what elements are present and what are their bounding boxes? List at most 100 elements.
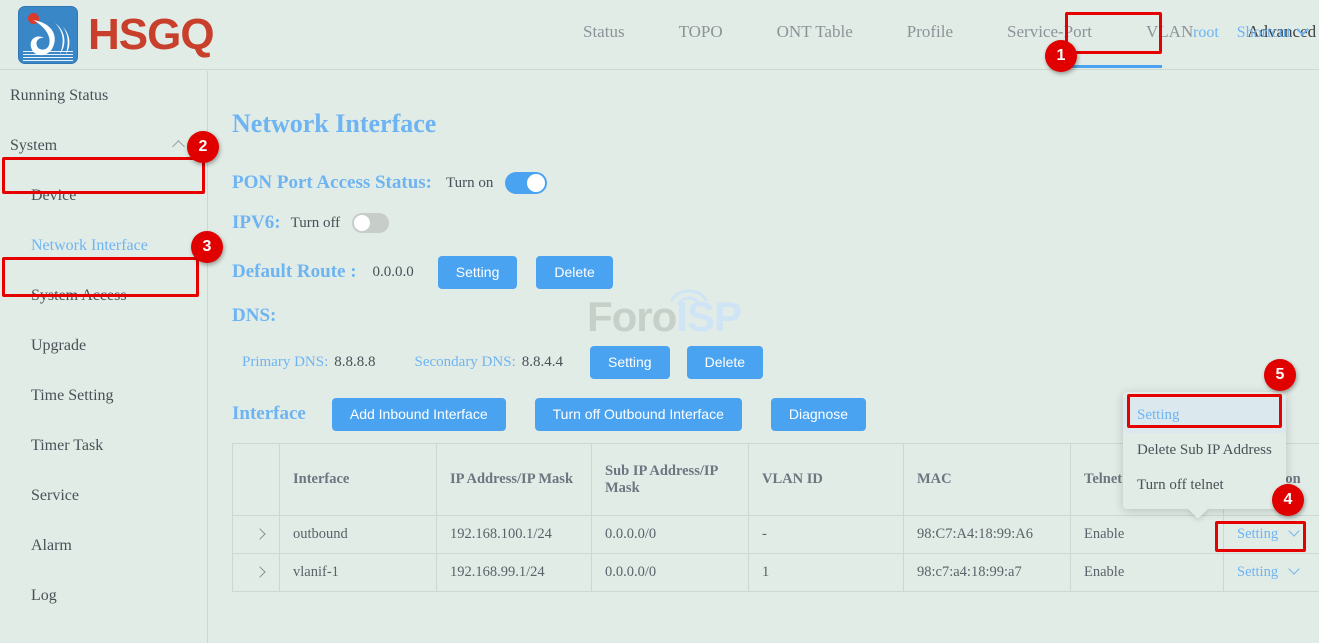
sidebar-item-upgrade[interactable]: Upgrade: [0, 321, 207, 371]
ipv6-toggle[interactable]: [352, 213, 389, 233]
operation-dropdown-menu: Setting Delete Sub IP Address Turn off t…: [1123, 392, 1286, 509]
cell-sub-ip-address: 0.0.0.0/0: [592, 516, 749, 554]
page-title: Network Interface: [232, 109, 436, 139]
pon-toggle[interactable]: [505, 172, 547, 194]
cell-mac: 98:c7:a4:18:99:a7: [904, 554, 1071, 592]
active-tab-underline: [1065, 65, 1162, 68]
nav-item-topo[interactable]: TOPO: [652, 22, 750, 42]
sidebar-item-log[interactable]: Log: [0, 571, 207, 621]
primary-dns-label: Primary DNS:: [242, 354, 328, 371]
dns-label: DNS:: [232, 305, 276, 327]
cell-interface: vlanif-1: [280, 554, 437, 592]
sidebar-item-alarm[interactable]: Alarm: [0, 521, 207, 571]
nav-item-profile[interactable]: Profile: [880, 22, 980, 42]
chevron-down-icon: [1296, 23, 1309, 36]
sidebar: Running Status System Device Network Int…: [0, 71, 208, 643]
interface-label: Interface: [232, 403, 306, 425]
sidebar-item-time-setting[interactable]: Time Setting: [0, 371, 207, 421]
default-route-value: 0.0.0.0: [373, 264, 414, 281]
chevron-right-icon[interactable]: [254, 566, 265, 577]
row-expand-cell[interactable]: [233, 554, 280, 592]
nav-item-status[interactable]: Status: [556, 22, 652, 42]
hsgq-logo-icon: [18, 6, 78, 64]
cell-vlan-id: -: [749, 516, 904, 554]
interface-toolbar: Interface Add Inbound Interface Turn off…: [232, 398, 866, 431]
annotation-badge-1: 1: [1045, 40, 1077, 72]
page-root: HSGQ Status TOPO ONT Table Profile Servi…: [0, 0, 1319, 643]
shortcut-menu[interactable]: Shortcut: [1237, 24, 1307, 42]
th-interface: Interface: [280, 444, 437, 516]
cell-vlan-id: 1: [749, 554, 904, 592]
turn-off-outbound-interface-button[interactable]: Turn off Outbound Interface: [535, 398, 742, 431]
pon-port-access-row: PON Port Access Status: Turn on: [232, 172, 547, 194]
cell-operation[interactable]: Setting: [1224, 516, 1319, 554]
default-route-delete-button[interactable]: Delete: [536, 256, 612, 289]
pon-state-text: Turn on: [446, 175, 493, 192]
cell-telnet-status: Enable: [1071, 554, 1224, 592]
secondary-dns-value: 8.8.4.4: [522, 354, 563, 371]
sidebar-item-timer-task[interactable]: Timer Task: [0, 421, 207, 471]
sidebar-item-system-access[interactable]: System Access: [0, 271, 207, 321]
wifi-signal-icon: [666, 280, 712, 306]
dns-setting-button[interactable]: Setting: [590, 346, 670, 379]
sidebar-item-network-interface[interactable]: Network Interface: [0, 221, 207, 271]
user-area: root Shortcut: [1193, 24, 1307, 42]
row-setting-link[interactable]: Setting: [1237, 564, 1278, 580]
sidebar-item-system[interactable]: System: [0, 121, 207, 171]
th-mac: MAC: [904, 444, 1071, 516]
secondary-dns-label: Secondary DNS:: [415, 354, 516, 371]
default-route-setting-button[interactable]: Setting: [438, 256, 518, 289]
user-name[interactable]: root: [1193, 24, 1219, 42]
chevron-up-icon: [172, 140, 185, 153]
annotation-badge-2: 2: [187, 131, 219, 163]
ipv6-label: IPV6:: [232, 212, 281, 234]
annotation-badge-3: 3: [191, 231, 223, 263]
th-expand: [233, 444, 280, 516]
sidebar-item-label: System: [10, 137, 57, 154]
table-row: vlanif-1 192.168.99.1/24 0.0.0.0/0 1 98:…: [233, 554, 1319, 592]
th-vlan-id: VLAN ID: [749, 444, 904, 516]
chevron-down-icon[interactable]: [1288, 525, 1299, 536]
cell-ip-address: 192.168.99.1/24: [437, 554, 592, 592]
row-expand-cell[interactable]: [233, 516, 280, 554]
dropdown-item-turn-off-telnet[interactable]: Turn off telnet: [1123, 468, 1286, 503]
watermark-text-1: Foro: [587, 293, 676, 340]
chevron-down-icon[interactable]: [1288, 563, 1299, 574]
watermark-text-2: ISP: [676, 293, 741, 340]
add-inbound-interface-button[interactable]: Add Inbound Interface: [332, 398, 506, 431]
annotation-badge-4: 4: [1272, 484, 1304, 516]
nav-item-ont-table[interactable]: ONT Table: [750, 22, 880, 42]
default-route-row: Default Route : 0.0.0.0 Setting Delete: [232, 256, 613, 289]
dns-values-row: Primary DNS: 8.8.8.8 Secondary DNS: 8.8.…: [242, 346, 763, 379]
chevron-right-icon[interactable]: [254, 528, 265, 539]
logo-stripes-icon: [23, 51, 73, 60]
annotation-badge-5: 5: [1264, 359, 1296, 391]
foroisp-watermark: ForoISP: [587, 293, 741, 341]
nav-item-service-port[interactable]: Service-Port: [980, 22, 1119, 42]
row-setting-link[interactable]: Setting: [1237, 526, 1278, 542]
dns-delete-button[interactable]: Delete: [687, 346, 763, 379]
brand-name: HSGQ: [88, 13, 214, 57]
cell-ip-address: 192.168.100.1/24: [437, 516, 592, 554]
default-route-label: Default Route :: [232, 261, 357, 283]
cell-telnet-status: Enable: [1071, 516, 1224, 554]
cell-interface: outbound: [280, 516, 437, 554]
app-header: HSGQ Status TOPO ONT Table Profile Servi…: [0, 0, 1319, 70]
ipv6-state-text: Turn off: [291, 215, 341, 232]
th-ip-address: IP Address/IP Mask: [437, 444, 592, 516]
sidebar-item-service[interactable]: Service: [0, 471, 207, 521]
dropdown-item-delete-sub-ip-address[interactable]: Delete Sub IP Address: [1123, 433, 1286, 468]
pon-label: PON Port Access Status:: [232, 172, 432, 194]
sidebar-item-running-status[interactable]: Running Status: [0, 71, 207, 121]
dropdown-item-setting[interactable]: Setting: [1123, 398, 1286, 433]
table-row: outbound 192.168.100.1/24 0.0.0.0/0 - 98…: [233, 516, 1319, 554]
ipv6-row: IPV6: Turn off: [232, 212, 389, 234]
diagnose-button[interactable]: Diagnose: [771, 398, 866, 431]
cell-sub-ip-address: 0.0.0.0/0: [592, 554, 749, 592]
main-content: Network Interface ForoISP PON Port Acces…: [209, 71, 1319, 643]
primary-dns-value: 8.8.8.8: [334, 354, 375, 371]
cell-operation[interactable]: Setting: [1224, 554, 1319, 592]
sidebar-item-device[interactable]: Device: [0, 171, 207, 221]
cell-mac: 98:C7:A4:18:99:A6: [904, 516, 1071, 554]
brand-logo[interactable]: HSGQ: [18, 6, 214, 64]
